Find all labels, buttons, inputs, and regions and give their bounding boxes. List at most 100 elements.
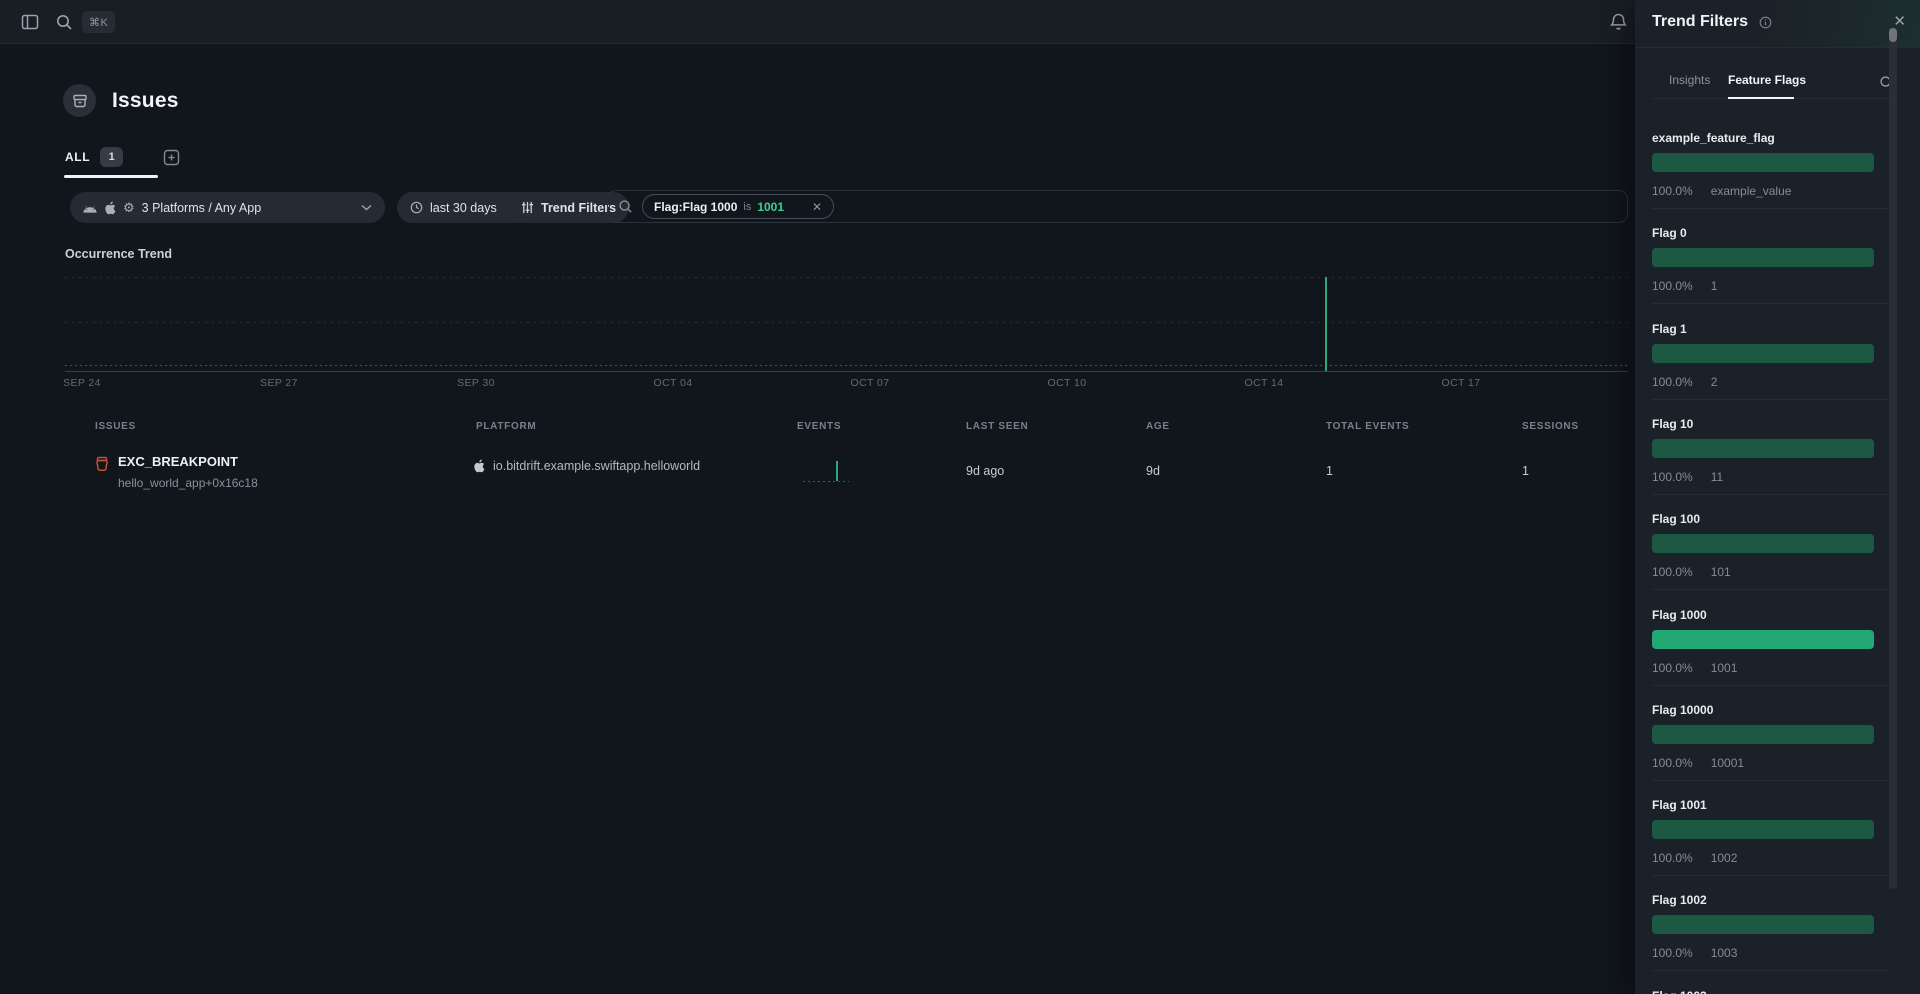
col-header-events[interactable]: EVENTS [797, 421, 841, 432]
flag-item[interactable]: Flag 1002 100.0% 1003 [1652, 893, 1888, 988]
chip-remove-icon[interactable]: ✕ [812, 200, 822, 214]
android-icon [83, 202, 97, 214]
platform-filter-dropdown[interactable]: ⚙ 3 Platforms / Any App [70, 192, 385, 223]
platform-filter-label: 3 Platforms / Any App [142, 201, 262, 215]
apple-icon [473, 459, 485, 473]
gear-platform-icon: ⚙ [123, 201, 135, 214]
flag-item[interactable]: Flag 0100.0%1 [1652, 226, 1888, 321]
flag-percent: 100.0% [1652, 184, 1693, 198]
issues-search-input[interactable]: Flag:Flag 1000 is 1001 ✕ [607, 190, 1628, 223]
trend-filters-panel: Trend Filters ✕ Insights Feature Flags e… [1635, 0, 1920, 994]
search-icon[interactable] [52, 10, 76, 34]
chart-gridline [65, 322, 1628, 323]
flag-value: 1003 [1711, 946, 1738, 960]
sessions-cell: 1 [1522, 464, 1529, 478]
col-header-sessions[interactable]: SESSIONS [1522, 421, 1579, 432]
col-header-total-events[interactable]: TOTAL EVENTS [1326, 421, 1409, 432]
flag-distribution-bar[interactable] [1652, 725, 1874, 744]
app-root: ⌘K Issues ALL 1 ⚙ [0, 0, 1920, 994]
apple-icon [104, 201, 116, 215]
flag-distribution-bar[interactable] [1652, 153, 1874, 172]
panel-header: Trend Filters ✕ [1635, 0, 1920, 48]
platform-cell: io.bitdrift.example.swiftapp.helloworld [473, 459, 700, 473]
trend-filters-label: Trend Filters [541, 201, 616, 215]
issues-box-icon [63, 84, 96, 117]
chart-x-label: SEP 30 [457, 377, 495, 389]
flag-divider [1652, 875, 1888, 876]
flag-values: 100.0% example_value [1652, 184, 1791, 198]
flag-name: Flag 10000 [1652, 703, 1888, 717]
flag-name: Flag 10 [1652, 417, 1888, 431]
flag-divider [1652, 494, 1888, 495]
flag-divider [1652, 970, 1888, 971]
search-shortcut-badge: ⌘K [82, 11, 115, 33]
flag-name: Flag 1001 [1652, 798, 1888, 812]
flag-name: Flag 0 [1652, 226, 1888, 240]
info-icon[interactable] [1759, 16, 1772, 29]
flag-item[interactable]: Flag 1 100.0%2 [1652, 322, 1888, 417]
sidebar-toggle-icon[interactable] [18, 10, 42, 34]
flag-name: Flag 100 [1652, 512, 1888, 526]
flag-item[interactable]: Flag 10000100.0%10001 [1652, 703, 1888, 798]
flag-name: Flag 1 [1652, 322, 1888, 336]
search-filter-chip[interactable]: Flag:Flag 1000 is 1001 ✕ [642, 194, 834, 219]
active-tab-underline [64, 175, 158, 178]
tab-insights[interactable]: Insights [1669, 73, 1710, 87]
magnifier-icon [618, 199, 633, 214]
flag-value: 101 [1711, 565, 1731, 579]
col-header-platform[interactable]: PLATFORM [476, 421, 536, 432]
crash-issue-icon [94, 456, 110, 472]
flag-distribution-bar[interactable] [1652, 439, 1874, 458]
platform-icons: ⚙ [83, 201, 135, 215]
platform-bundle-id: io.bitdrift.example.swiftapp.helloworld [493, 459, 700, 473]
flag-distribution-bar[interactable] [1652, 820, 1874, 839]
last-seen-cell: 9d ago [966, 464, 1004, 478]
flag-item[interactable]: Flag 100 100.0%101 [1652, 512, 1888, 607]
flag-name: Flag 1002 [1652, 893, 1888, 907]
tab-all-label: ALL [65, 150, 90, 164]
flag-percent: 100.0% [1652, 946, 1693, 960]
flag-item[interactable]: Flag 1003 [1652, 989, 1888, 994]
flag-percent: 100.0% [1652, 470, 1693, 484]
flag-distribution-bar[interactable] [1652, 915, 1874, 934]
flag-item[interactable]: example_feature_flag 100.0% example_value [1652, 131, 1888, 226]
flag-values: 100.0%11 [1652, 470, 1723, 484]
notifications-bell-icon[interactable] [1606, 10, 1630, 34]
panel-scrollbar[interactable] [1889, 27, 1897, 889]
events-sparkline-baseline [803, 481, 849, 482]
chevron-down-icon [361, 204, 372, 211]
col-header-age[interactable]: AGE [1146, 421, 1170, 432]
issue-title[interactable]: EXC_BREAKPOINT [118, 454, 238, 469]
flag-item[interactable]: Flag 1000100.0%1001 [1652, 608, 1888, 703]
flag-item[interactable]: Flag 10 100.0%11 [1652, 417, 1888, 512]
flag-distribution-bar[interactable] [1652, 248, 1874, 267]
tab-feature-flags[interactable]: Feature Flags [1728, 73, 1806, 87]
flag-item[interactable]: Flag 1001100.0%1002 [1652, 798, 1888, 893]
main-content: Issues ALL 1 ⚙ 3 Platforms / Any App [0, 44, 1635, 994]
col-header-last-seen[interactable]: LAST SEEN [966, 421, 1028, 432]
flag-values: 100.0%101 [1652, 565, 1731, 579]
flag-value: example_value [1711, 184, 1792, 198]
occurrence-spike[interactable] [1325, 277, 1327, 371]
flag-distribution-bar[interactable] [1652, 344, 1874, 363]
flag-percent: 100.0% [1652, 375, 1693, 389]
time-range-label: last 30 days [430, 201, 497, 215]
chart-title: Occurrence Trend [65, 247, 172, 261]
flag-name: example_feature_flag [1652, 131, 1888, 145]
col-header-issues[interactable]: ISSUES [95, 421, 136, 432]
flag-percent: 100.0% [1652, 661, 1693, 675]
add-view-icon[interactable] [162, 148, 181, 167]
chart-x-label: OCT 17 [1442, 377, 1481, 389]
chart-x-axis: SEP 24SEP 27SEP 30OCT 04OCT 07OCT 10OCT … [0, 377, 1635, 393]
chart-x-label: OCT 10 [1048, 377, 1087, 389]
scrollbar-thumb[interactable] [1889, 28, 1897, 42]
chart-axis-line [65, 371, 1628, 372]
issues-tabs: ALL 1 [65, 147, 123, 179]
flag-distribution-bar-selected[interactable] [1652, 630, 1874, 649]
flag-distribution-bar[interactable] [1652, 534, 1874, 553]
chart-gridline [65, 365, 1628, 366]
tab-all[interactable]: ALL 1 [65, 147, 123, 167]
flag-value: 1 [1711, 279, 1718, 293]
flag-values: 100.0%2 [1652, 375, 1717, 389]
sliders-icon [521, 201, 534, 214]
